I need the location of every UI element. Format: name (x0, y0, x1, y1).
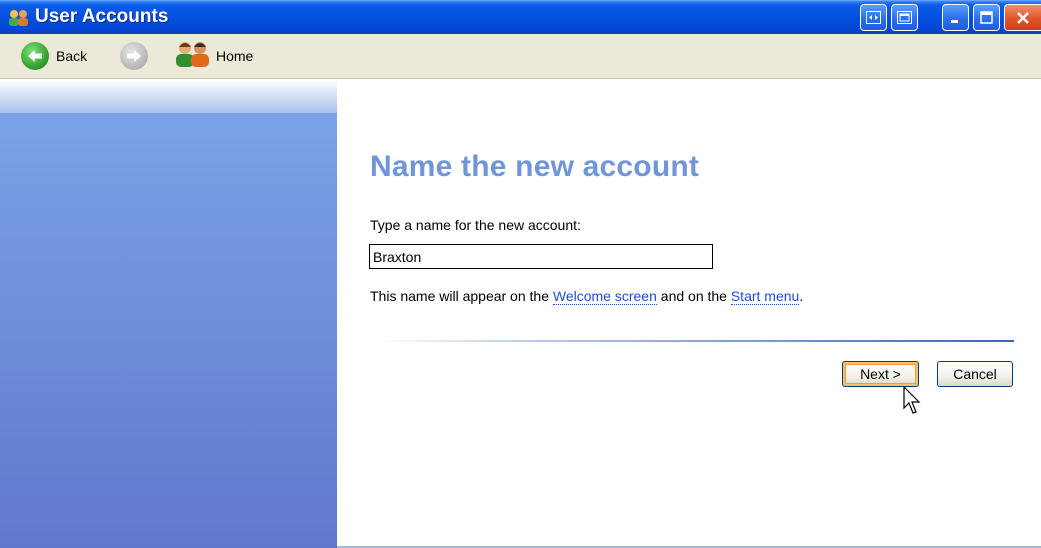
maximize-icon[interactable] (973, 4, 1000, 31)
restore-view-icon[interactable] (891, 4, 918, 31)
info-middle: and on the (656, 288, 731, 304)
task-sidebar (0, 113, 337, 548)
account-name-input[interactable] (369, 244, 713, 269)
user-accounts-home-icon (174, 39, 212, 74)
user-accounts-icon (8, 8, 30, 28)
minimize-icon[interactable] (942, 4, 969, 31)
home-label: Home (216, 48, 254, 64)
name-prompt-label: Type a name for the new account: (370, 217, 581, 233)
back-arrow-icon (21, 42, 49, 70)
mouse-pointer-icon (903, 385, 923, 421)
navigation-toolbar: Back Home (0, 34, 1041, 79)
welcome-screen-link[interactable]: Welcome screen (552, 288, 657, 305)
next-button[interactable]: Next > (842, 361, 919, 387)
info-suffix: . (799, 288, 804, 304)
back-label: Back (56, 48, 88, 64)
close-icon[interactable] (1004, 4, 1041, 31)
info-prefix: This name will appear on the (370, 288, 553, 304)
page-title: Name the new account (370, 150, 700, 183)
switch-view-icon[interactable] (860, 4, 887, 31)
cancel-button[interactable]: Cancel (937, 361, 1013, 387)
home-button[interactable]: Home (174, 41, 253, 71)
window-titlebar[interactable]: User Accounts (0, 0, 1041, 34)
content-divider (378, 340, 1014, 342)
back-button[interactable]: Back (21, 41, 87, 71)
window-title: User Accounts (35, 6, 169, 27)
forward-button[interactable] (120, 41, 148, 71)
forward-arrow-icon (120, 42, 148, 70)
name-info-text: This name will appear on the Welcome scr… (370, 288, 804, 305)
sidebar-header (0, 79, 337, 113)
start-menu-link[interactable]: Start menu (730, 288, 800, 305)
